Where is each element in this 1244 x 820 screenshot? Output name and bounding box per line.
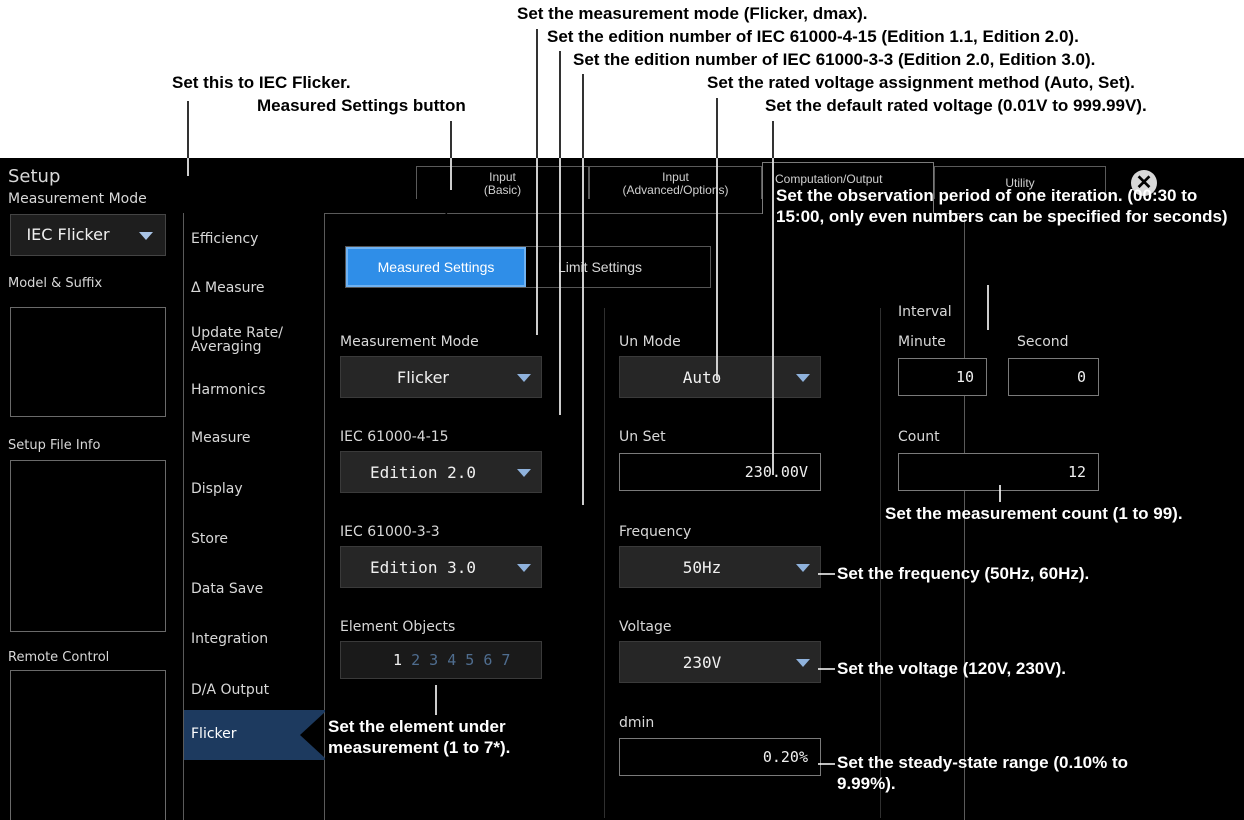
element-3[interactable]: 3	[429, 651, 438, 669]
measurement-mode-label: Measurement Mode	[8, 191, 147, 207]
measurement-mode-value: IEC Flicker	[26, 225, 110, 244]
annotation-iec-4-15: Set the edition number of IEC 61000-4-15…	[547, 27, 1079, 46]
element-6[interactable]: 6	[483, 651, 492, 669]
nav-item-flicker[interactable]: Flicker	[184, 710, 325, 760]
flicker-mode-value: Flicker	[396, 368, 449, 387]
annotation-rated-assign: Set the rated voltage assignment method …	[707, 73, 1135, 92]
chevron-down-icon	[517, 374, 531, 382]
column-divider-1	[604, 308, 605, 818]
annotation-measurement-count: Set the measurement count (1 to 99).	[885, 504, 1183, 523]
element-objects-selector[interactable]: 1 2 3 4 5 6 7	[340, 641, 542, 679]
nav-item-efficiency[interactable]: Efficiency	[191, 231, 258, 247]
measurement-mode-select[interactable]: IEC Flicker	[10, 214, 166, 256]
second-input[interactable]: 0	[1008, 358, 1099, 396]
un-set-label: Un Set	[619, 429, 666, 445]
setup-screen: Setup Measurement Mode Input (Basic) Inp…	[0, 158, 1244, 820]
annotation-measured-button: Measured Settings button	[257, 96, 466, 115]
minute-label: Minute	[898, 334, 946, 350]
element-objects-label: Element Objects	[340, 619, 456, 635]
tab-input-advanced[interactable]: Input (Advanced/Options)	[589, 166, 762, 199]
page-title: Setup	[8, 166, 61, 187]
measured-settings-label: Measured Settings	[377, 259, 495, 275]
dmin-input[interactable]: 0.20%	[619, 738, 821, 776]
iec-3-3-label: IEC 61000-3-3	[340, 524, 440, 540]
element-2[interactable]: 2	[411, 651, 420, 669]
iec-4-15-label: IEC 61000-4-15	[340, 429, 449, 445]
interval-label: Interval	[898, 304, 952, 320]
chevron-down-icon	[796, 564, 810, 572]
tab-input-basic-label2: (Basic)	[483, 183, 522, 197]
setup-file-box	[10, 460, 166, 632]
chevron-down-icon	[796, 374, 810, 382]
chevron-down-icon	[517, 564, 531, 572]
model-suffix-box	[10, 307, 166, 417]
element-4[interactable]: 4	[447, 651, 456, 669]
column-divider-2	[880, 308, 881, 818]
model-suffix-label: Model & Suffix	[8, 276, 103, 291]
nav-item-data-save[interactable]: Data Save	[191, 581, 263, 597]
dmin-label: dmin	[619, 715, 655, 731]
measured-settings-button[interactable]: Measured Settings	[346, 247, 526, 287]
annotation-element: Set the element under measurement (1 to …	[328, 717, 511, 757]
flicker-mode-select[interactable]: Flicker	[340, 356, 542, 398]
nav-item-update-rate[interactable]: Update Rate/ Averaging	[191, 326, 301, 354]
count-label: Count	[898, 429, 940, 445]
count-input[interactable]: 12	[898, 453, 1099, 491]
annotation-iec-flicker: Set this to IEC Flicker.	[172, 73, 351, 92]
frequency-label: Frequency	[619, 524, 692, 540]
nav-item-display[interactable]: Display	[191, 481, 243, 497]
chevron-down-icon	[796, 659, 810, 667]
second-label: Second	[1017, 334, 1069, 350]
nav-item-delta-measure[interactable]: Δ Measure	[191, 280, 265, 296]
un-set-input[interactable]: 230.00V	[619, 453, 821, 491]
annotation-iec-3-3: Set the edition number of IEC 61000-3-3 …	[573, 50, 1096, 69]
annotation-default-voltage: Set the default rated voltage (0.01V to …	[765, 96, 1147, 115]
nav-item-integration[interactable]: Integration	[191, 631, 268, 647]
measurement-mode-field-label: Measurement Mode	[340, 334, 479, 350]
annotation-steady-state: Set the steady-state range (0.10% to 9.9…	[837, 753, 1128, 793]
chevron-down-icon	[517, 469, 531, 477]
nav-item-harmonics[interactable]: Harmonics	[191, 382, 266, 398]
un-mode-value: Auto	[682, 368, 722, 387]
remote-control-box	[10, 670, 166, 820]
nav-item-da-output[interactable]: D/A Output	[191, 682, 269, 698]
element-7[interactable]: 7	[501, 651, 510, 669]
annotation-observation-period: Set the observation period of one iterat…	[776, 186, 1228, 226]
iec-4-15-value: Edition 2.0	[370, 463, 476, 482]
voltage-select[interactable]: 230V	[619, 641, 821, 683]
annotation-frequency: Set the frequency (50Hz, 60Hz).	[837, 564, 1090, 583]
element-1[interactable]: 1	[393, 651, 402, 669]
nav-item-store[interactable]: Store	[191, 531, 228, 547]
annotation-voltage: Set the voltage (120V, 230V).	[837, 659, 1066, 678]
iec-3-3-value: Edition 3.0	[370, 558, 476, 577]
iec-4-15-select[interactable]: Edition 2.0	[340, 451, 542, 493]
limit-settings-button[interactable]: Limit Settings	[558, 259, 642, 275]
nav-item-measure[interactable]: Measure	[191, 430, 251, 446]
frequency-value: 50Hz	[682, 558, 722, 577]
element-5[interactable]: 5	[465, 651, 474, 669]
frequency-select[interactable]: 50Hz	[619, 546, 821, 588]
limit-settings-label: Limit Settings	[558, 259, 643, 275]
un-mode-label: Un Mode	[619, 334, 681, 350]
tab-input-advanced-label2: (Advanced/Options)	[622, 183, 729, 197]
tab-input-basic[interactable]: Input (Basic)	[416, 166, 589, 199]
nav-item-flicker-label: Flicker	[191, 726, 237, 742]
un-mode-select[interactable]: Auto	[619, 356, 821, 398]
annotation-measurement-mode: Set the measurement mode (Flicker, dmax)…	[517, 4, 868, 23]
iec-3-3-select[interactable]: Edition 3.0	[340, 546, 542, 588]
voltage-label: Voltage	[619, 619, 672, 635]
content-top-border	[324, 213, 762, 214]
setup-file-label: Setup File Info	[8, 438, 101, 453]
minute-input[interactable]: 10	[898, 358, 987, 396]
chevron-down-icon	[139, 232, 153, 240]
voltage-value: 230V	[682, 653, 722, 672]
remote-control-label: Remote Control	[8, 650, 110, 665]
